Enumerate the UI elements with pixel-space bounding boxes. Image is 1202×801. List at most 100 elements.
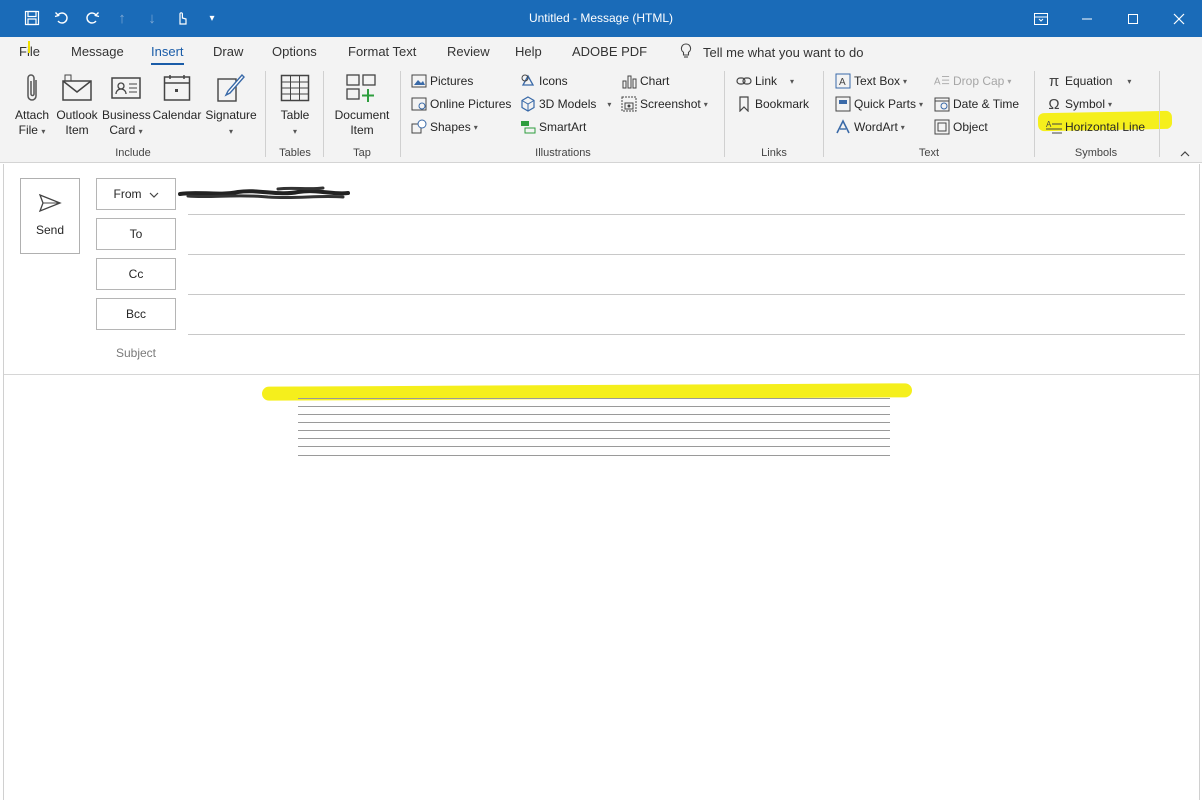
to-button[interactable]: To xyxy=(96,218,176,250)
business-card-button[interactable]: Business Card ▾ xyxy=(102,71,151,139)
chevron-down-icon: ▾ xyxy=(900,122,905,132)
3d-models-label: 3D Models xyxy=(539,97,597,111)
title-bar: ↑ ↓ ▾ Untitled - Message (HTML) xyxy=(0,0,1202,37)
drop-cap-icon: A xyxy=(934,73,950,89)
ribbon-separator xyxy=(1034,71,1035,157)
collapse-ribbon-icon[interactable] xyxy=(1180,147,1190,161)
business-label-1: Business xyxy=(102,108,151,122)
equation-button[interactable]: π Equation ▾ xyxy=(1046,73,1132,90)
paperclip-icon xyxy=(27,74,37,101)
send-button[interactable]: Send xyxy=(20,178,80,254)
symbol-label: Symbol xyxy=(1065,97,1106,111)
horizontal-line-icon: A xyxy=(1046,119,1062,135)
tab-review[interactable]: Review xyxy=(447,44,490,59)
group-label-illustrations: Illustrations xyxy=(535,147,591,159)
ribbon-separator xyxy=(1159,71,1160,157)
symbol-button[interactable]: Ω Symbol ▾ xyxy=(1046,95,1112,113)
maximize-icon[interactable] xyxy=(1110,0,1156,37)
ribbon-separator xyxy=(400,71,401,157)
document-item-icon xyxy=(346,74,376,102)
chevron-down-icon: ▾ xyxy=(1127,76,1132,86)
bookmark-label: Bookmark xyxy=(755,97,810,111)
object-button[interactable]: Object xyxy=(934,119,988,135)
chevron-down-icon: ▾ xyxy=(473,122,478,132)
outlook-label-1: Outlook xyxy=(56,108,98,122)
screenshot-label: Screenshot xyxy=(640,97,701,111)
chevron-down-icon: ▾ xyxy=(292,127,297,136)
ribbon-display-options-icon[interactable] xyxy=(1018,0,1064,37)
calendar-button[interactable]: Calendar xyxy=(152,71,202,123)
attach-file-button[interactable]: Attach File ▾ xyxy=(10,71,54,139)
wordart-icon xyxy=(835,119,851,135)
wordart-button[interactable]: WordArt ▾ xyxy=(835,119,905,135)
ribbon-separator xyxy=(823,71,824,157)
minimize-icon[interactable] xyxy=(1064,0,1110,37)
tab-format-text[interactable]: Format Text xyxy=(348,44,416,59)
signature-label: Signature xyxy=(205,108,257,122)
svg-text:A: A xyxy=(839,77,846,88)
text-box-label: Text Box xyxy=(854,74,901,88)
tab-help[interactable]: Help xyxy=(515,44,542,59)
business-label-2: Card xyxy=(109,123,136,137)
horizontal-line-button[interactable]: A Horizontal Line xyxy=(1046,119,1145,135)
icons-button[interactable]: Icons xyxy=(520,73,568,89)
compose-area: Send From To Cc Bcc Subject xyxy=(3,164,1200,800)
lightbulb-icon xyxy=(680,43,692,62)
pictures-button[interactable]: Pictures xyxy=(411,73,473,89)
icons-label: Icons xyxy=(539,74,568,88)
envelope-icon xyxy=(62,74,92,101)
shapes-label: Shapes xyxy=(430,120,471,134)
message-body[interactable] xyxy=(4,376,1199,796)
cc-button[interactable]: Cc xyxy=(96,258,176,290)
tab-adobe-pdf[interactable]: ADOBE PDF xyxy=(572,44,647,59)
omega-icon: Ω xyxy=(1048,95,1060,113)
ribbon-separator xyxy=(323,71,324,157)
link-button[interactable]: Link ▾ xyxy=(736,73,794,89)
group-label-text: Text xyxy=(918,147,940,159)
icons-icon xyxy=(520,73,536,89)
date-time-label: Date & Time xyxy=(953,97,1020,111)
bcc-button[interactable]: Bcc xyxy=(96,298,176,330)
group-label-tables: Tables xyxy=(279,147,311,159)
chart-button[interactable]: Chart xyxy=(621,73,669,89)
cc-field[interactable] xyxy=(188,294,1185,295)
outlook-item-button[interactable]: Outlook Item xyxy=(54,71,100,138)
ribbon-separator xyxy=(265,71,266,157)
table-icon xyxy=(280,74,310,102)
subject-label: Subject xyxy=(115,346,157,360)
quick-parts-button[interactable]: Quick Parts ▾ xyxy=(835,96,923,112)
link-icon xyxy=(736,73,752,89)
send-label: Send xyxy=(35,223,65,237)
object-icon xyxy=(934,119,950,135)
online-pictures-button[interactable]: Online Pictures xyxy=(411,96,511,112)
bookmark-button[interactable]: Bookmark xyxy=(736,96,809,112)
tab-draw[interactable]: Draw xyxy=(213,44,243,59)
screenshot-button[interactable]: Screenshot ▾ xyxy=(621,96,708,112)
bcc-field[interactable] xyxy=(188,334,1185,335)
tab-insert[interactable]: Insert xyxy=(151,44,184,65)
document-label-2: Item xyxy=(350,123,374,137)
smartart-button[interactable]: SmartArt xyxy=(520,119,586,135)
quick-parts-icon xyxy=(835,96,851,112)
smartart-label: SmartArt xyxy=(539,120,587,134)
online-picture-icon xyxy=(411,96,427,112)
chevron-down-icon: ▾ xyxy=(138,127,143,136)
close-icon[interactable] xyxy=(1156,0,1202,37)
object-label: Object xyxy=(953,120,988,134)
3d-models-button[interactable]: 3D Models ▾ xyxy=(520,96,611,112)
from-button[interactable]: From xyxy=(96,178,176,210)
tell-me-search[interactable]: Tell me what you want to do xyxy=(680,43,863,62)
signature-button[interactable]: Signature ▾ xyxy=(204,71,258,139)
to-field[interactable] xyxy=(188,254,1185,255)
text-box-button[interactable]: A Text Box ▾ xyxy=(835,73,907,89)
date-time-button[interactable]: Date & Time xyxy=(934,96,1019,112)
shapes-button[interactable]: Shapes ▾ xyxy=(411,119,478,135)
tab-options[interactable]: Options xyxy=(272,44,317,59)
tab-message[interactable]: Message xyxy=(71,44,124,59)
chevron-down-icon: ▾ xyxy=(228,127,233,136)
date-time-icon xyxy=(934,96,950,112)
screenshot-icon xyxy=(621,96,637,112)
document-item-button[interactable]: Document Item xyxy=(331,71,393,138)
table-button[interactable]: Table ▾ xyxy=(274,71,316,139)
chevron-down-icon: ▾ xyxy=(919,99,924,109)
